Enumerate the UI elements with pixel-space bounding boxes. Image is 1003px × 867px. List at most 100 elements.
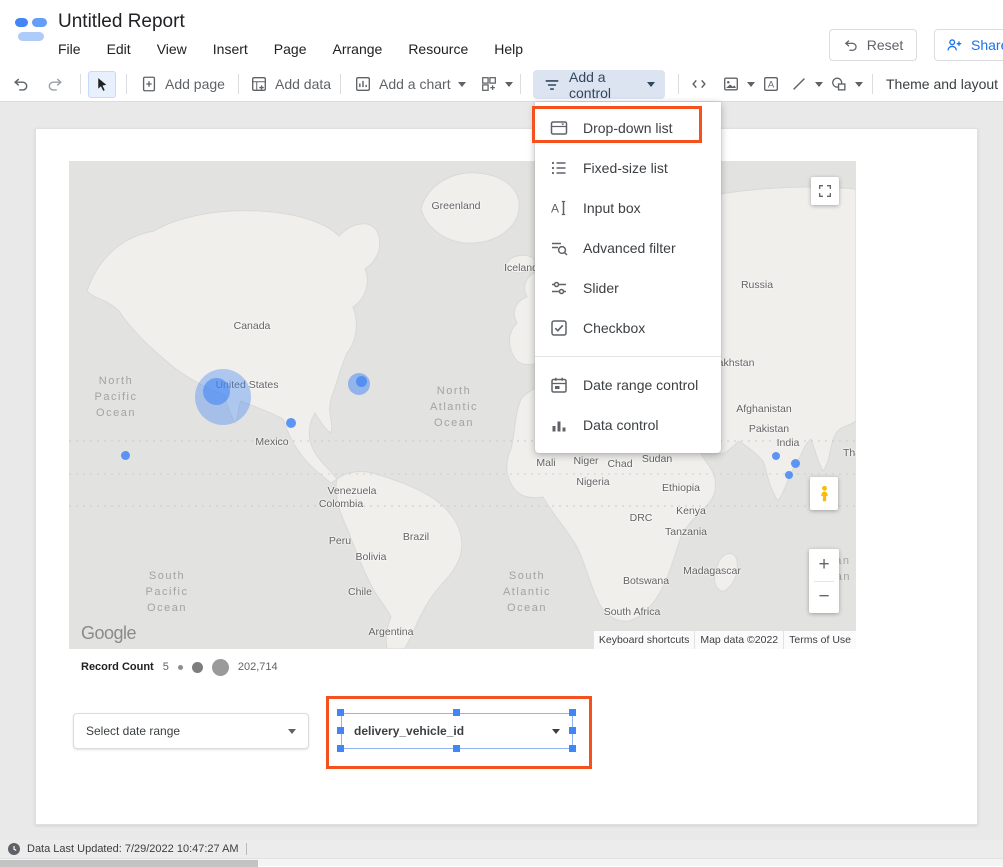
- menu-item-input-box[interactable]: A Input box: [535, 188, 721, 228]
- menu-bar: File Edit View Insert Page Arrange Resou…: [58, 41, 523, 57]
- insert-line-button[interactable]: [790, 67, 823, 101]
- selection-handle[interactable]: [569, 727, 576, 734]
- menu-item-date-range-control[interactable]: Date range control: [535, 365, 721, 405]
- fullscreen-button[interactable]: [811, 177, 839, 205]
- zoom-in-button[interactable]: +: [809, 549, 839, 581]
- date-range-control[interactable]: Select date range: [73, 713, 309, 749]
- insert-image-button[interactable]: [722, 67, 755, 101]
- add-control-button[interactable]: Add a control: [533, 70, 665, 99]
- toolbar-separator: [678, 74, 679, 94]
- date-range-icon: [549, 375, 569, 395]
- filter-lines-icon: [543, 76, 561, 94]
- menu-page[interactable]: Page: [274, 41, 307, 57]
- pegman-street-view-button[interactable]: [810, 477, 838, 510]
- toolbar: Add page Add data Add a chart Add a cont…: [0, 67, 1003, 102]
- google-maps-logo: Google: [81, 623, 136, 644]
- selection-handle[interactable]: [337, 745, 344, 752]
- terms-of-use-link[interactable]: Terms of Use: [784, 631, 856, 649]
- menu-resource[interactable]: Resource: [408, 41, 468, 57]
- line-icon: [790, 75, 808, 93]
- redo-button[interactable]: [46, 67, 64, 101]
- chart-icon: [354, 75, 372, 93]
- theme-and-layout-button[interactable]: Theme and layout: [886, 67, 998, 101]
- menu-help[interactable]: Help: [494, 41, 523, 57]
- chevron-down-icon: [552, 729, 560, 734]
- vehicle-dropdown-control[interactable]: delivery_vehicle_id: [341, 713, 573, 749]
- status-divider: [246, 843, 247, 855]
- shape-icon: [830, 75, 848, 93]
- canvas-workspace: Greenland Iceland Russia Canada Kazakhst…: [0, 102, 1003, 840]
- add-chart-button[interactable]: Add a chart: [354, 67, 466, 101]
- selection-handle[interactable]: [569, 709, 576, 716]
- menu-item-data-control[interactable]: Data control: [535, 405, 721, 445]
- selection-handle[interactable]: [453, 745, 460, 752]
- input-box-icon: A: [549, 198, 569, 218]
- add-page-button[interactable]: Add page: [140, 67, 225, 101]
- insert-shape-button[interactable]: [830, 67, 863, 101]
- map-attribution: Keyboard shortcuts Map data ©2022 Terms …: [594, 631, 856, 649]
- embed-url-button[interactable]: [690, 67, 708, 101]
- code-icon: [690, 75, 708, 93]
- grid-plus-icon: [480, 75, 498, 93]
- page-plus-icon: [140, 75, 158, 93]
- last-updated-text: Data Last Updated: 7/29/2022 10:47:27 AM: [27, 843, 239, 855]
- menu-edit[interactable]: Edit: [107, 41, 131, 57]
- selection-handle[interactable]: [337, 709, 344, 716]
- menu-item-drop-down-list[interactable]: Drop-down list: [535, 108, 721, 148]
- toolbar-separator: [872, 74, 873, 94]
- advanced-filter-icon: [549, 238, 569, 258]
- selection-handle[interactable]: [453, 709, 460, 716]
- data-studio-logo[interactable]: [13, 12, 49, 48]
- chevron-down-icon: [815, 82, 823, 87]
- selection-handle[interactable]: [337, 727, 344, 734]
- zoom-control: + −: [809, 549, 839, 613]
- toolbar-separator: [126, 74, 127, 94]
- page-title: Untitled Report: [58, 11, 185, 33]
- svg-text:A: A: [551, 202, 559, 216]
- selection-handle[interactable]: [569, 745, 576, 752]
- last-updated-clock-icon: [8, 843, 20, 855]
- chevron-down-icon: [747, 82, 755, 87]
- cursor-icon: [94, 76, 111, 93]
- community-visualizations-button[interactable]: [480, 67, 513, 101]
- toolbar-separator: [520, 74, 521, 94]
- legend-max-value: 202,714: [238, 661, 278, 673]
- table-plus-icon: [250, 75, 268, 93]
- report-page[interactable]: Greenland Iceland Russia Canada Kazakhst…: [35, 128, 978, 825]
- menu-insert[interactable]: Insert: [213, 41, 248, 57]
- data-control-icon: [549, 415, 569, 435]
- undo-arrow-icon: [843, 37, 859, 53]
- drop-down-list-icon: [549, 118, 569, 138]
- toolbar-separator: [238, 74, 239, 94]
- legend-dot-medium: [192, 662, 203, 673]
- keyboard-shortcuts-link[interactable]: Keyboard shortcuts: [594, 631, 694, 649]
- zoom-out-button[interactable]: −: [809, 582, 839, 614]
- chevron-down-icon: [505, 82, 513, 87]
- menu-view[interactable]: View: [157, 41, 187, 57]
- reset-button[interactable]: Reset: [829, 29, 917, 61]
- menu-item-fixed-size-list[interactable]: Fixed-size list: [535, 148, 721, 188]
- menu-divider: [535, 356, 721, 357]
- add-data-button[interactable]: Add data: [250, 67, 331, 101]
- legend-min-value: 5: [163, 661, 169, 673]
- chevron-down-icon: [458, 82, 466, 87]
- insert-text-button[interactable]: A: [762, 67, 780, 101]
- chevron-down-icon: [288, 729, 296, 734]
- menu-item-advanced-filter[interactable]: Advanced filter: [535, 228, 721, 268]
- menu-item-slider[interactable]: Slider: [535, 268, 721, 308]
- horizontal-scrollbar[interactable]: [0, 858, 1003, 866]
- status-bar: Data Last Updated: 7/29/2022 10:47:27 AM: [0, 840, 1003, 858]
- add-control-menu: Drop-down list Fixed-size list A Input b…: [535, 102, 721, 453]
- menu-arrange[interactable]: Arrange: [333, 41, 383, 57]
- legend-title: Record Count: [81, 661, 154, 673]
- share-button[interactable]: Share: [934, 29, 1003, 61]
- menu-item-checkbox[interactable]: Checkbox: [535, 308, 721, 348]
- text-box-icon: A: [762, 75, 780, 93]
- menu-file[interactable]: File: [58, 41, 81, 57]
- svg-text:A: A: [768, 79, 775, 90]
- slider-icon: [549, 278, 569, 298]
- select-tool-button[interactable]: [88, 71, 116, 98]
- bubble-map-chart[interactable]: Greenland Iceland Russia Canada Kazakhst…: [69, 161, 856, 649]
- undo-button[interactable]: [12, 67, 30, 101]
- checkbox-icon: [549, 318, 569, 338]
